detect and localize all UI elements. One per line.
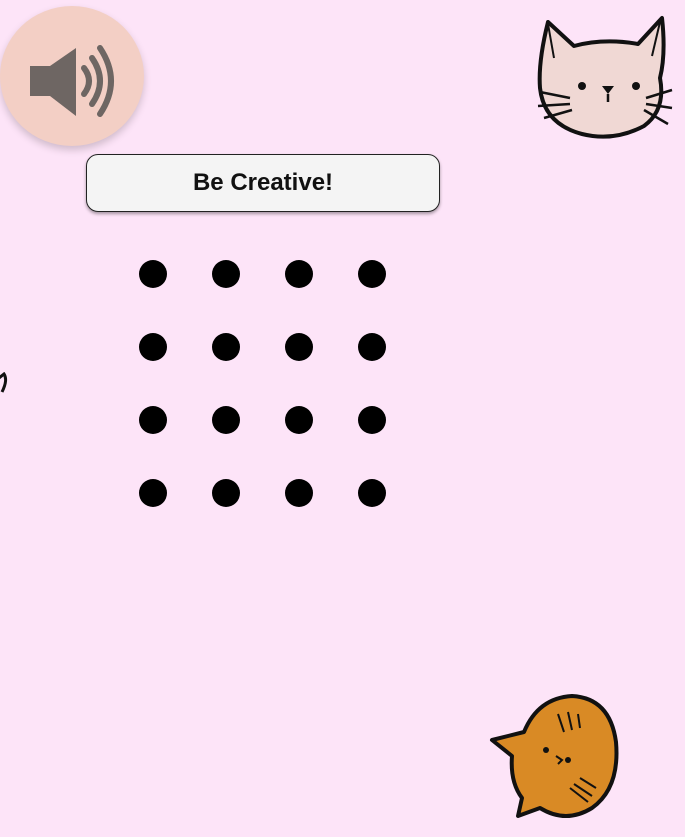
grid-dot[interactable]: [139, 260, 167, 288]
grid-dot[interactable]: [285, 479, 313, 507]
sound-button[interactable]: [0, 6, 144, 146]
grid-dot[interactable]: [285, 406, 313, 434]
grid-dot[interactable]: [139, 479, 167, 507]
grid-dot[interactable]: [358, 260, 386, 288]
grid-dot[interactable]: [285, 260, 313, 288]
grid-dot[interactable]: [212, 333, 240, 361]
grid-dot[interactable]: [358, 333, 386, 361]
grid-dot[interactable]: [358, 406, 386, 434]
grid-dot[interactable]: [285, 333, 313, 361]
speaker-icon: [30, 45, 114, 117]
grid-dot[interactable]: [358, 479, 386, 507]
grid-dot[interactable]: [212, 260, 240, 288]
grid-dot[interactable]: [212, 406, 240, 434]
cat-face-icon: [0, 372, 8, 393]
orange-cat-face-icon: [490, 694, 619, 818]
grid-dot[interactable]: [139, 333, 167, 361]
grid-dot[interactable]: [212, 479, 240, 507]
cat-face-icon: [537, 16, 673, 139]
dot-grid: [139, 260, 386, 507]
be-creative-button[interactable]: Be Creative!: [86, 154, 440, 212]
grid-dot[interactable]: [139, 406, 167, 434]
